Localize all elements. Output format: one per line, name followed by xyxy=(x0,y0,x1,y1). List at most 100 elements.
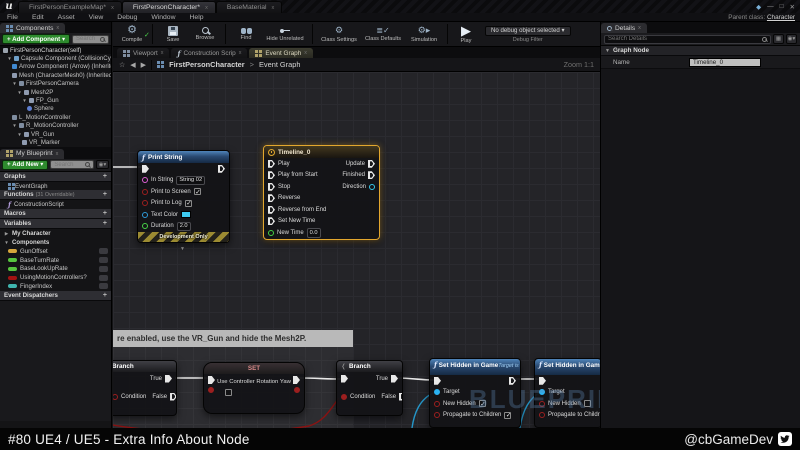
add-macro-button[interactable]: + xyxy=(103,210,107,217)
my-blueprint-search[interactable] xyxy=(50,160,94,169)
tree-item-vrgun[interactable]: ▼VR_Gun xyxy=(0,130,111,138)
display-filter-button[interactable]: ◉▾ xyxy=(786,34,797,44)
menu-file[interactable]: File xyxy=(0,14,25,21)
tab-firstpersonexamplemap[interactable]: FirstPersonExampleMap* x xyxy=(18,1,122,13)
node-collapse-arrow[interactable]: ▼ xyxy=(180,246,185,252)
menu-help[interactable]: Help xyxy=(183,14,211,21)
constructionscript-item[interactable]: ƒConstructionScript xyxy=(0,200,111,209)
branch-node-2[interactable]: ❬Branch True ConditionFalse xyxy=(336,360,403,416)
tab-close-icon[interactable]: x xyxy=(111,5,114,11)
update-pin[interactable] xyxy=(368,160,375,168)
panel-close-icon[interactable]: x xyxy=(56,25,59,31)
variable-usingmotioncontrollers[interactable]: UsingMotionControllers? xyxy=(0,273,111,282)
variable-fingerindex[interactable]: FingerIndex xyxy=(0,282,111,291)
components-panel-tab[interactable]: Components x xyxy=(0,23,65,33)
add-graph-button[interactable]: + xyxy=(103,173,107,180)
variable-gunoffset[interactable]: GunOffset xyxy=(0,247,111,256)
print-to-screen-pin[interactable] xyxy=(142,189,148,195)
tab-viewport[interactable]: Viewportx xyxy=(117,48,169,58)
class-settings-button[interactable]: ⚙ Class Settings xyxy=(318,22,360,46)
tree-item-camera[interactable]: ▼FirstPersonCamera xyxy=(0,80,111,88)
graph-node-section-header[interactable]: ▼Graph Node xyxy=(601,46,800,56)
nav-forward-icon[interactable]: ▶ xyxy=(141,61,146,69)
in-string-pin[interactable] xyxy=(142,177,148,183)
stop-pin[interactable] xyxy=(268,183,275,191)
exec-in-pin[interactable] xyxy=(142,165,149,173)
tree-item-mesh2p[interactable]: ▼Mesh2P xyxy=(0,88,111,96)
tab-close-icon[interactable]: x xyxy=(271,5,274,11)
nav-back-icon[interactable]: ◀ xyxy=(130,61,135,69)
event-graph-canvas[interactable]: re enabled, use the VR_Gun and hide the … xyxy=(113,72,600,428)
details-panel-tab[interactable]: Details x xyxy=(601,23,647,33)
tree-item-vrmarker[interactable]: VR_Marker xyxy=(0,138,111,146)
simulation-button[interactable]: ⚙▸ Simulation xyxy=(406,22,442,46)
true-pin[interactable] xyxy=(165,375,172,383)
property-matrix-button[interactable]: ▦ xyxy=(773,34,784,44)
tree-item-capsule[interactable]: ▼Capsule Component (CollisionCylinder) ( xyxy=(0,54,111,62)
category-my-character[interactable]: ▶My Character xyxy=(0,229,111,238)
menu-view[interactable]: View xyxy=(82,14,111,21)
set-node[interactable]: SET Use Controller Rotation Yaw xyxy=(203,362,305,414)
duration-value[interactable]: 2.0 xyxy=(177,222,191,232)
play-button[interactable]: ▶ Play xyxy=(453,22,479,46)
tree-item-fpgun[interactable]: ▼FP_Gun xyxy=(0,96,111,104)
in-string-value[interactable]: String 02 xyxy=(176,176,205,186)
add-new-button[interactable]: + Add New ▾ xyxy=(2,160,48,170)
propagate-pin[interactable] xyxy=(434,412,440,418)
category-components[interactable]: ▼Components xyxy=(0,238,111,247)
details-search[interactable] xyxy=(604,35,771,44)
eye-closed-icon[interactable] xyxy=(99,248,108,254)
print-string-node[interactable]: ƒPrint String In StringString 02 Print t… xyxy=(137,150,230,243)
add-component-button[interactable]: + Add Component ▾ xyxy=(2,34,70,44)
macros-section-header[interactable]: Macros+ xyxy=(0,209,111,219)
eye-closed-icon[interactable] xyxy=(99,266,108,272)
variable-baselookuprate[interactable]: BaseLookUpRate xyxy=(0,264,111,273)
parent-class-link[interactable]: Character xyxy=(767,14,795,21)
menu-edit[interactable]: Edit xyxy=(25,14,51,21)
condition-pin[interactable] xyxy=(113,394,118,400)
direction-pin[interactable] xyxy=(369,184,375,190)
new-time-value[interactable]: 0.0 xyxy=(307,228,321,238)
close-button[interactable]: ✕ xyxy=(790,3,795,11)
menu-window[interactable]: Window xyxy=(144,14,182,21)
condition-pin[interactable] xyxy=(341,394,347,400)
print-to-log-pin[interactable] xyxy=(142,200,148,206)
value-in-pin[interactable] xyxy=(208,387,214,393)
tree-item-lmotion[interactable]: L_MotionController xyxy=(0,113,111,121)
eye-closed-icon[interactable] xyxy=(99,257,108,263)
text-color-pin[interactable] xyxy=(142,212,148,218)
components-search[interactable] xyxy=(72,35,109,44)
marketplace-gem-icon[interactable]: ◆ xyxy=(756,3,761,11)
finished-pin[interactable] xyxy=(368,171,375,179)
exec-in-pin[interactable] xyxy=(434,377,441,385)
reverse-from-end-pin[interactable] xyxy=(268,206,275,214)
minimize-button[interactable]: — xyxy=(767,3,774,10)
tab-firstpersoncharacter[interactable]: FirstPersonCharacter* x xyxy=(122,1,216,13)
play-pin[interactable] xyxy=(268,160,275,168)
rotation-yaw-checkbox[interactable] xyxy=(225,389,232,396)
my-blueprint-panel-tab[interactable]: My Blueprint x xyxy=(0,149,64,159)
breadcrumb-root[interactable]: FirstPersonCharacter xyxy=(169,60,245,69)
value-out-pin[interactable] xyxy=(294,387,300,393)
false-pin[interactable] xyxy=(170,393,176,401)
reverse-pin[interactable] xyxy=(268,194,275,202)
branch-node-1[interactable]: Branch True ConditionFalse xyxy=(113,360,177,416)
set-new-time-pin[interactable] xyxy=(268,217,275,225)
menu-asset[interactable]: Asset xyxy=(51,14,82,21)
target-pin[interactable] xyxy=(434,389,440,395)
print-to-screen-checkbox[interactable] xyxy=(194,188,201,195)
add-dispatcher-button[interactable]: + xyxy=(103,292,107,299)
graphs-section-header[interactable]: Graphs+ xyxy=(0,172,111,182)
add-variable-button[interactable]: + xyxy=(103,220,107,227)
functions-section-header[interactable]: Functions(31 Overridable)+ xyxy=(0,190,111,200)
exec-in-pin[interactable] xyxy=(341,375,348,383)
menu-debug[interactable]: Debug xyxy=(110,14,144,21)
tree-item-arrow[interactable]: Arrow Component (Arrow) (Inherited) xyxy=(0,63,111,71)
hide-unrelated-button[interactable]: Hide Unrelated xyxy=(263,22,307,46)
panel-close-icon[interactable]: x xyxy=(56,151,59,157)
compile-button[interactable]: ⚙✓ Compile xyxy=(117,22,147,46)
browse-button[interactable]: Browse xyxy=(190,22,220,46)
variables-section-header[interactable]: Variables+ xyxy=(0,219,111,229)
tab-construction-script[interactable]: ƒConstruction Scripx xyxy=(171,48,247,58)
save-button[interactable]: Save xyxy=(158,22,188,46)
